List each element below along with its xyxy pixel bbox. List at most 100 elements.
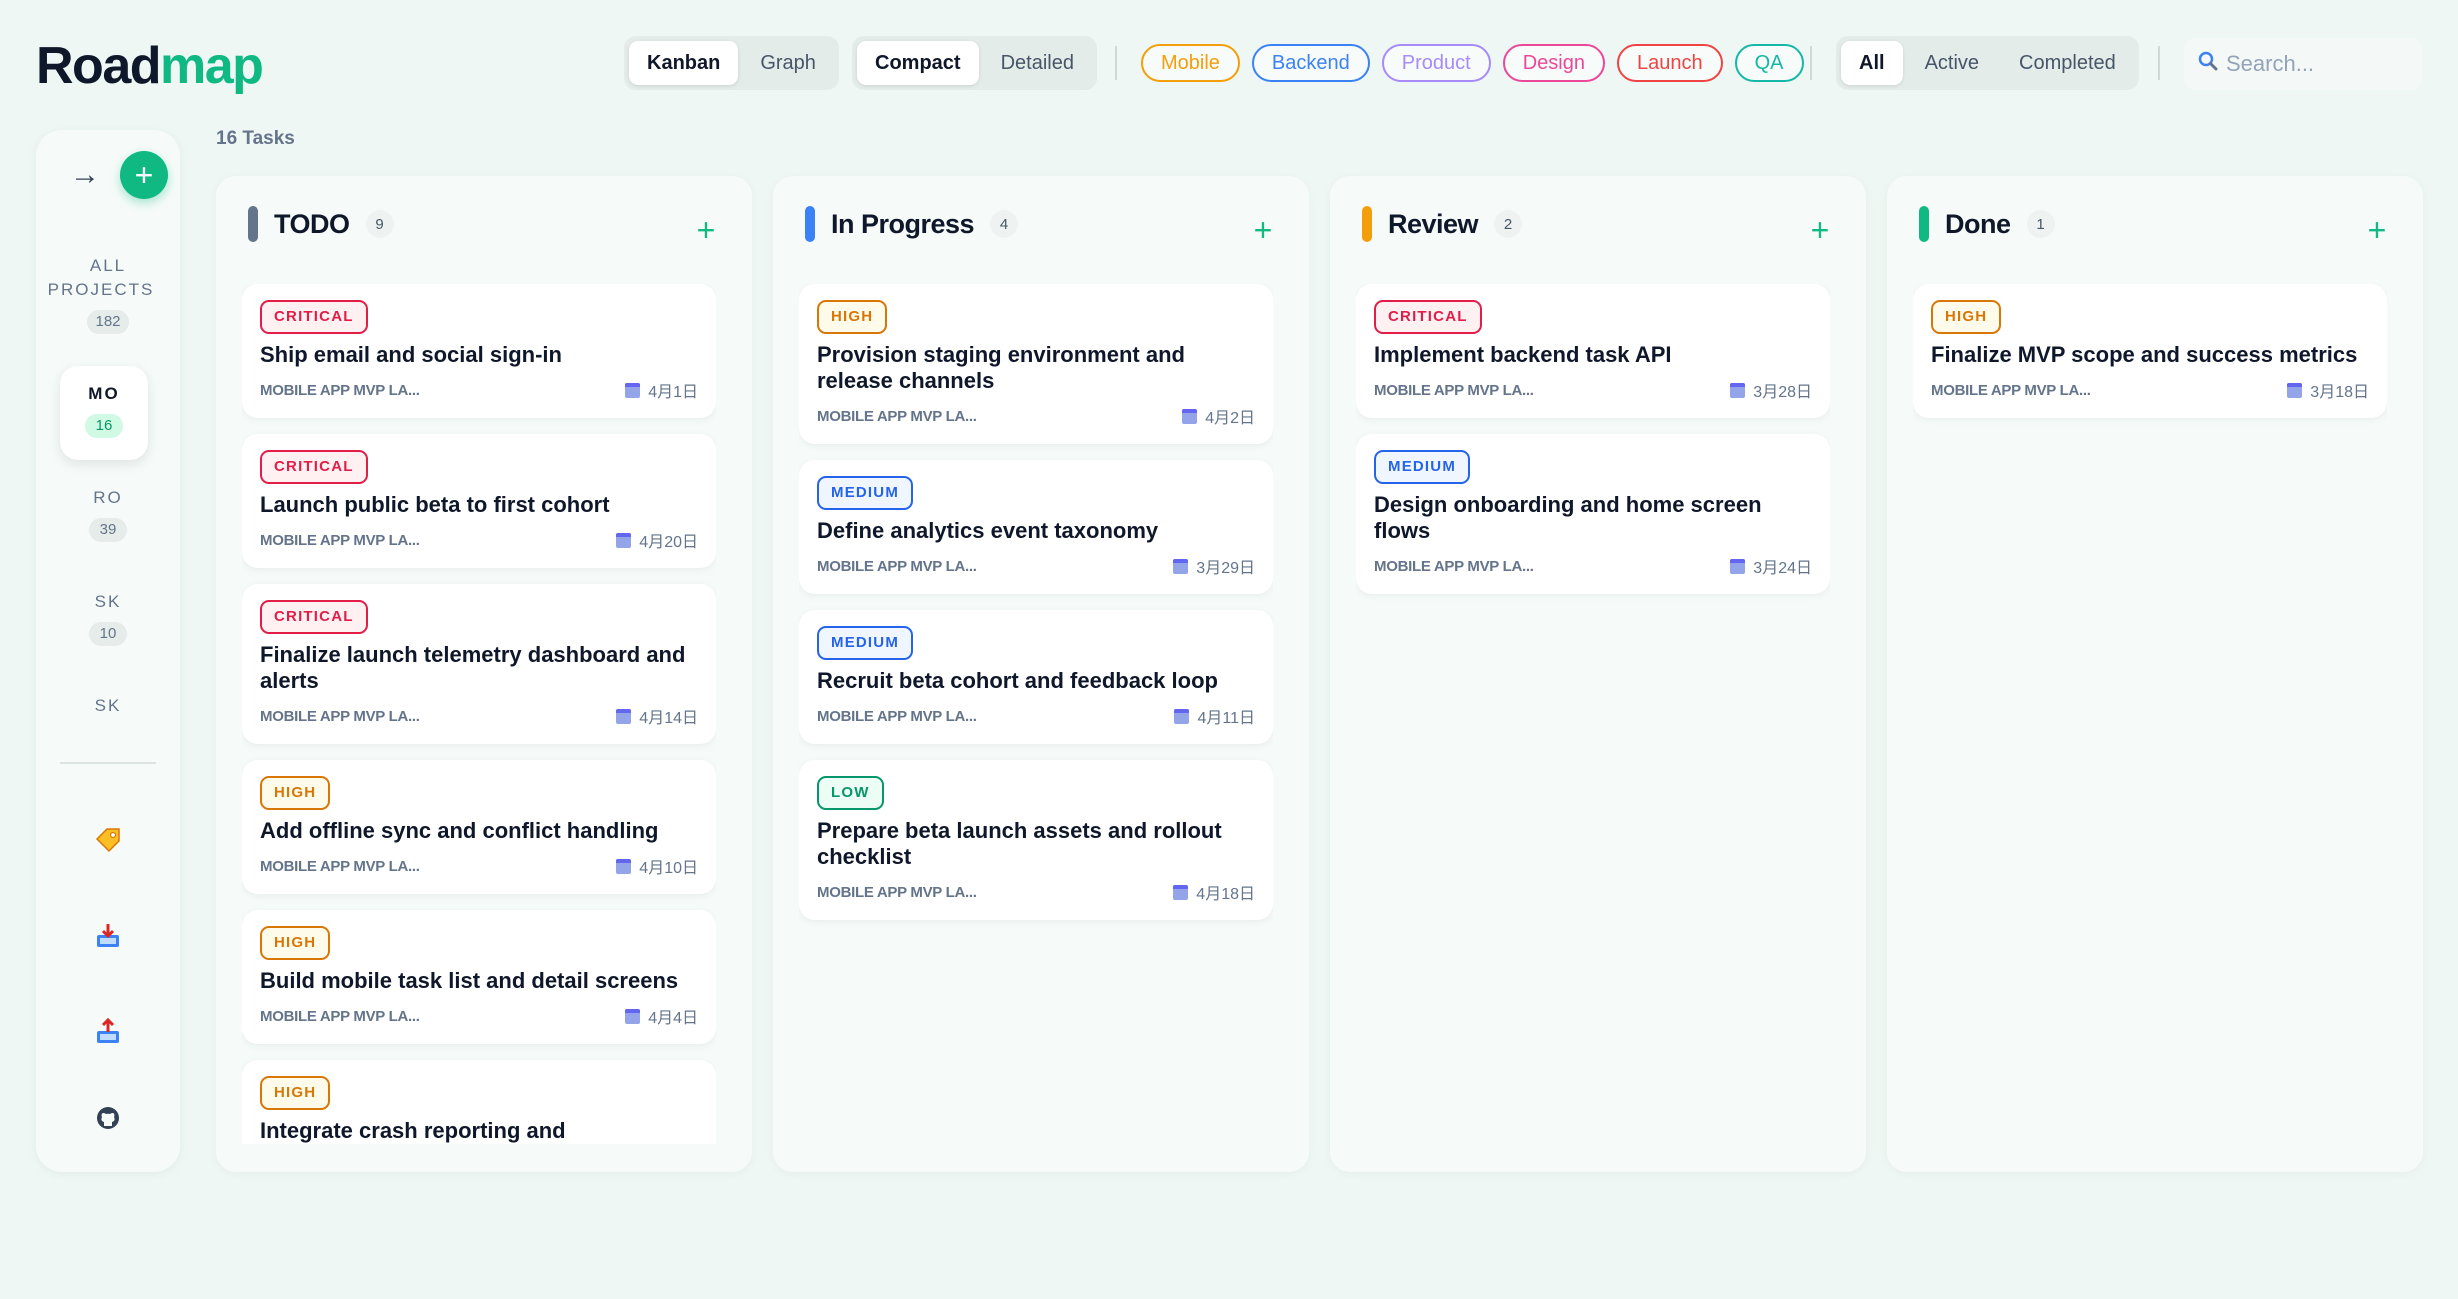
column-todo: TODO 9 + CRITICAL Ship email and social sign… — [216, 176, 752, 1172]
task-date-text: 4月11日 — [1197, 710, 1255, 727]
task-title: Launch public beta to first cohort — [260, 492, 610, 517]
calendar-icon — [2287, 382, 2303, 398]
calendar-icon — [1730, 382, 1746, 398]
expand-sidebar-icon[interactable]: → — [60, 150, 110, 200]
task-card[interactable]: MEDIUM Recruit beta cohort and feedback l… — [799, 610, 1273, 744]
task-due-date: 4月18日 — [1173, 880, 1255, 904]
task-card[interactable]: CRITICAL Launch public beta to first coho… — [242, 434, 716, 568]
search-input[interactable] — [2226, 51, 2406, 77]
add-task-icon[interactable]: + — [1245, 212, 1281, 248]
column-color-bar — [1362, 206, 1372, 242]
task-count: 16 Tasks — [216, 128, 295, 149]
task-project: MOBILE APP MVP LA... — [817, 707, 977, 725]
task-meta: MOBILE APP MVP LA... 3月28日 — [1374, 378, 1812, 402]
task-card[interactable]: MEDIUM Design onboarding and home screen … — [1356, 434, 1830, 594]
sidebar-project-ro[interactable]: RO 39 — [36, 486, 180, 542]
calendar-icon — [1730, 558, 1746, 574]
priority-badge: CRITICAL — [1374, 300, 1482, 334]
tag-filter-backend[interactable]: Backend — [1251, 44, 1370, 82]
task-title: Integrate crash reporting and performanc… — [260, 1118, 566, 1143]
priority-badge: HIGH — [260, 1076, 331, 1110]
task-project: MOBILE APP MVP LA... — [1374, 557, 1534, 575]
tag-filter-product[interactable]: Product — [1381, 44, 1491, 82]
task-card[interactable]: HIGH Finalize MVP scope and success metri… — [1913, 284, 2387, 418]
project-abbrev: RO — [93, 488, 123, 507]
column-color-bar — [805, 206, 815, 242]
density-detailed-button[interactable]: Detailed — [983, 41, 1092, 85]
task-meta: MOBILE APP MVP LA... 4月4日 — [260, 1004, 698, 1028]
tag-filter-mobile[interactable]: Mobile — [1141, 44, 1240, 82]
priority-badge: MEDIUM — [1374, 450, 1471, 484]
view-kanban-button[interactable]: Kanban — [629, 41, 739, 85]
sidebar-project-sk[interactable]: SK 10 — [36, 590, 180, 646]
sidebar-project-sk-2[interactable]: SK — [36, 694, 180, 718]
filter-all-button[interactable]: All — [1841, 41, 1903, 85]
app-logo: Roadmap — [36, 36, 264, 96]
priority-badge: CRITICAL — [260, 600, 368, 634]
task-meta: MOBILE APP MVP LA... 4月20日 — [260, 528, 698, 552]
add-task-icon[interactable]: + — [1802, 212, 1838, 248]
task-title: Implement backend task API — [1374, 342, 1672, 367]
column-color-bar — [1919, 206, 1929, 242]
column-title: Review — [1388, 208, 1479, 239]
add-project-button[interactable]: + — [120, 151, 168, 199]
task-due-date: 4月1日 — [625, 378, 698, 402]
task-card[interactable]: HIGH Provision staging environment and re… — [799, 284, 1273, 444]
filter-completed-button[interactable]: Completed — [2001, 41, 2134, 85]
task-meta: MOBILE APP MVP LA... 3月29日 — [817, 554, 1255, 578]
task-card[interactable]: MEDIUM Define analytics event taxonomy MOB… — [799, 460, 1273, 594]
card-list: HIGH Finalize MVP scope and success metri… — [1913, 284, 2387, 1144]
task-project: MOBILE APP MVP LA... — [817, 557, 977, 575]
column-count-badge: 4 — [990, 210, 1019, 238]
column-title: Done — [1945, 208, 2011, 239]
project-abbrev: SK — [94, 592, 122, 611]
task-title: Build mobile task list and detail screen… — [260, 968, 679, 993]
task-due-date: 4月14日 — [616, 704, 698, 728]
priority-badge: HIGH — [260, 776, 331, 810]
task-project: MOBILE APP MVP LA... — [260, 381, 420, 399]
import-icon[interactable] — [36, 916, 180, 956]
column-header: TODO 9 — [248, 206, 394, 242]
tag-icon[interactable] — [36, 820, 180, 860]
add-task-icon[interactable]: + — [2359, 212, 2395, 248]
task-card[interactable]: HIGH Add offline sync and conflict handli… — [242, 760, 716, 894]
task-due-date: 4月11日 — [1174, 704, 1255, 728]
github-icon[interactable] — [36, 1098, 180, 1138]
filter-active-button[interactable]: Active — [1907, 41, 1997, 85]
tag-filter-design[interactable]: Design — [1502, 44, 1605, 82]
task-meta: MOBILE APP MVP LA... 4月14日 — [260, 704, 698, 728]
priority-badge: HIGH — [1931, 300, 2002, 334]
add-task-icon[interactable]: + — [688, 212, 724, 248]
column-header: Review 2 — [1362, 206, 1523, 242]
tag-filter-launch[interactable]: Launch — [1616, 44, 1723, 82]
task-meta: MOBILE APP MVP LA... 3月18日 — [1931, 378, 2369, 402]
priority-badge: CRITICAL — [260, 450, 368, 484]
task-card[interactable]: CRITICAL Finalize launch telemetry dashbo… — [242, 584, 716, 744]
column-header: Done 1 — [1919, 206, 2055, 242]
task-due-date: 4月20日 — [616, 528, 698, 552]
task-title: Recruit beta cohort and feedback loop — [817, 668, 1218, 693]
task-date-text: 4月1日 — [648, 384, 698, 401]
header-divider — [2158, 46, 2160, 80]
task-meta: MOBILE APP MVP LA... 4月11日 — [817, 704, 1255, 728]
task-due-date: 3月29日 — [1173, 554, 1255, 578]
task-card[interactable]: HIGH Build mobile task list and detail sc… — [242, 910, 716, 1044]
task-card[interactable]: CRITICAL Ship email and social sign-in MOB… — [242, 284, 716, 418]
tag-filter-qa[interactable]: QA — [1734, 44, 1804, 82]
task-meta: MOBILE APP MVP LA... 4月1日 — [260, 378, 698, 402]
sidebar-item-all-projects[interactable]: ALL PROJECTS 182 — [36, 254, 180, 334]
project-sidebar: → + ALL PROJECTS 182 MO 16 RO 39 SK 10 S… — [36, 130, 180, 1172]
sidebar-project-mo[interactable]: MO 16 — [60, 366, 148, 460]
task-card[interactable]: LOW Prepare beta launch assets and rollou… — [799, 760, 1273, 920]
column-in-progress: In Progress 4 + HIGH Provision staging envir… — [773, 176, 1309, 1172]
card-list: CRITICAL Ship email and social sign-in MOB… — [242, 284, 716, 1144]
task-title: Ship email and social sign-in — [260, 342, 562, 367]
export-icon[interactable] — [36, 1012, 180, 1052]
task-card[interactable]: HIGH Integrate crash reporting and perfor… — [242, 1060, 716, 1144]
task-card[interactable]: CRITICAL Implement backend task API MOBILE… — [1356, 284, 1830, 418]
task-meta: MOBILE APP MVP LA... 4月2日 — [817, 404, 1255, 428]
view-graph-button[interactable]: Graph — [742, 41, 834, 85]
task-project: MOBILE APP MVP LA... — [260, 857, 420, 875]
density-compact-button[interactable]: Compact — [857, 41, 979, 85]
task-meta: MOBILE APP MVP LA... 4月10日 — [260, 854, 698, 878]
